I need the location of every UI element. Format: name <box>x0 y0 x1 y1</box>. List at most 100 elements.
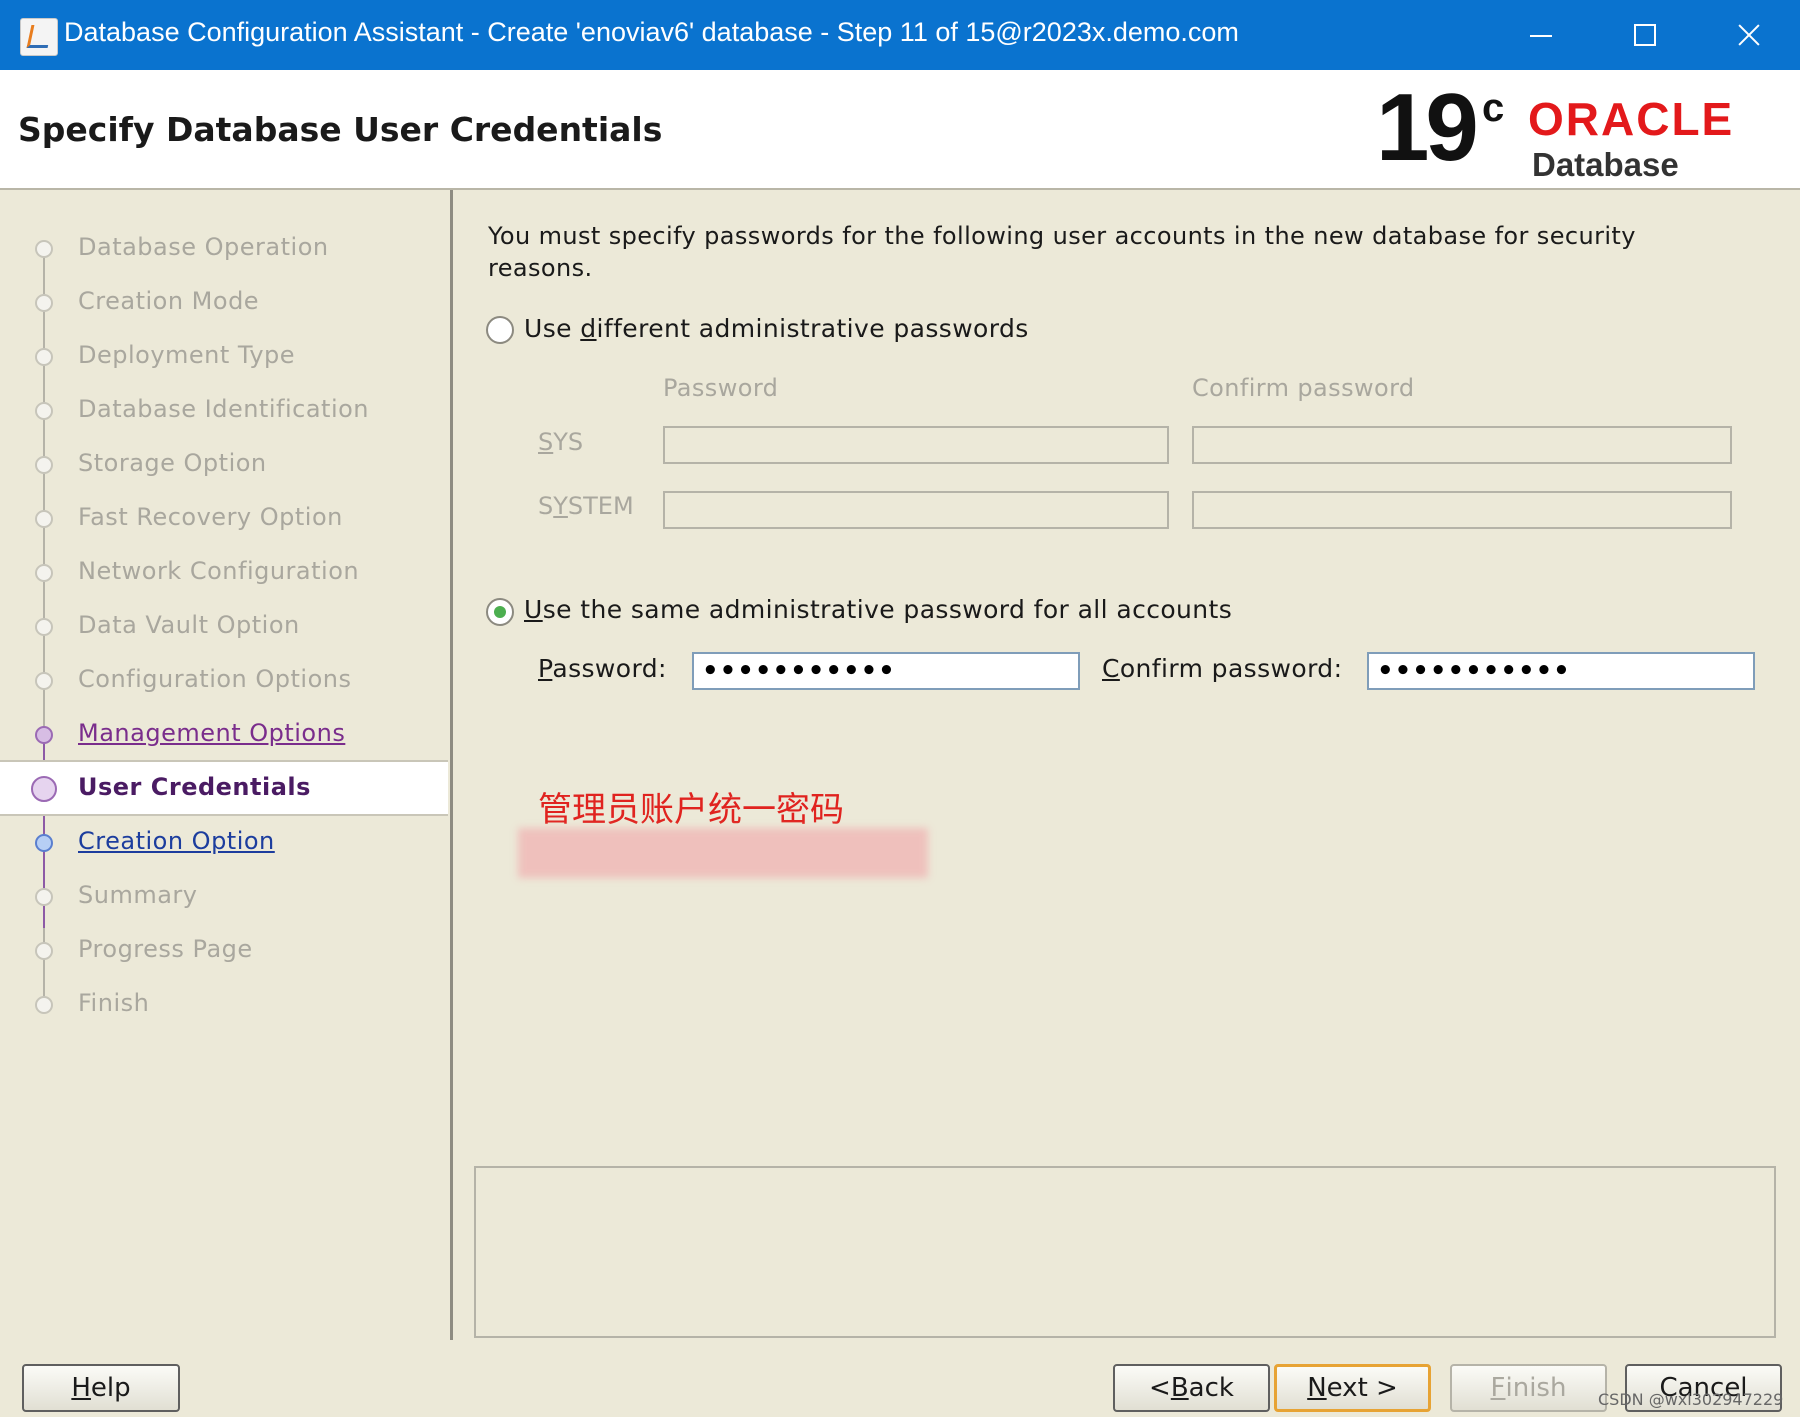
system-password-field[interactable] <box>663 491 1169 529</box>
intro-text: You must specify passwords for the follo… <box>488 222 1636 282</box>
label-text: assword: <box>552 654 667 683</box>
oracle-19c-logo: 19 c ORACLE Database <box>1376 78 1786 184</box>
step-dot-icon <box>35 888 53 906</box>
same-password-radio[interactable] <box>486 598 514 626</box>
mnemonic-letter: F <box>1490 1373 1506 1403</box>
system-row-label: SYSTEM <box>538 492 634 520</box>
sys-confirm-field[interactable] <box>1192 426 1732 464</box>
step-creation-mode: Creation Mode <box>0 276 448 328</box>
finish-button[interactable]: Finish <box>1450 1364 1607 1412</box>
confirm-password-input[interactable]: ••••••••••• <box>1367 652 1755 690</box>
same-password-label[interactable]: Use the same administrative password for… <box>524 595 1232 624</box>
label-text: se the same administrative password for … <box>542 595 1233 624</box>
button-text: ack <box>1188 1373 1234 1403</box>
step-label: Database Operation <box>78 233 329 261</box>
maximize-icon[interactable] <box>1616 10 1672 60</box>
password-label: Password: <box>538 654 667 683</box>
minimize-icon[interactable] <box>1512 10 1568 60</box>
step-finish: Finish <box>0 978 448 1030</box>
step-fast-recovery-option: Fast Recovery Option <box>0 492 448 544</box>
step-summary: Summary <box>0 870 448 922</box>
step-storage-option: Storage Option <box>0 438 448 490</box>
confirm-password-value: ••••••••••• <box>1377 656 1571 686</box>
button-text: elp <box>90 1373 131 1403</box>
redacted-area <box>518 828 928 878</box>
close-icon[interactable] <box>1722 10 1778 60</box>
step-deployment-type: Deployment Type <box>0 330 448 382</box>
password-input[interactable]: ••••••••••• <box>692 652 1080 690</box>
back-button[interactable]: < Back <box>1113 1364 1270 1412</box>
step-dot-icon <box>35 996 53 1014</box>
mnemonic-letter: B <box>1170 1373 1189 1403</box>
step-label: Configuration Options <box>78 665 352 693</box>
different-passwords-label[interactable]: Use different administrative passwords <box>524 314 1029 343</box>
step-database-identification: Database Identification <box>0 384 448 436</box>
step-label[interactable]: Management Options <box>78 719 345 747</box>
password-value: ••••••••••• <box>702 656 896 686</box>
step-dot-icon <box>35 618 53 636</box>
help-button[interactable]: Help <box>22 1364 180 1412</box>
label-text: ifferent administrative passwords <box>596 314 1029 343</box>
button-text: inish <box>1505 1373 1567 1403</box>
step-management-options[interactable]: Management Options <box>0 708 448 760</box>
mnemonic-letter: C <box>1102 654 1120 683</box>
step-dot-icon <box>35 834 53 852</box>
mnemonic-letter: Y <box>553 492 568 520</box>
step-current-icon <box>31 776 57 802</box>
mnemonic-letter: H <box>71 1373 91 1403</box>
step-label: Data Vault Option <box>78 611 300 639</box>
title-bar: Database Configuration Assistant - Creat… <box>0 0 1800 70</box>
steps-sidebar: Database Operation Creation Mode Deploym… <box>0 190 453 1340</box>
step-label: User Credentials <box>78 773 311 801</box>
step-dot-icon <box>35 942 53 960</box>
next-button[interactable]: Next > <box>1274 1364 1431 1412</box>
grid-password-header: Password <box>663 374 779 402</box>
system-confirm-field[interactable] <box>1192 491 1732 529</box>
step-progress-page: Progress Page <box>0 924 448 976</box>
logo-product: Database <box>1532 146 1679 183</box>
sys-row-label: SYS <box>538 428 583 456</box>
label-text: S <box>538 492 554 520</box>
sys-password-field[interactable] <box>663 426 1169 464</box>
mnemonic-letter: N <box>1307 1373 1327 1403</box>
step-dot-icon <box>35 726 53 744</box>
step-label: Finish <box>78 989 150 1017</box>
window-title: Database Configuration Assistant - Creat… <box>64 17 1239 47</box>
message-panel <box>474 1166 1776 1338</box>
label-text: Use <box>524 314 581 343</box>
step-dot-icon <box>35 402 53 420</box>
label-text: onfirm password: <box>1119 654 1343 683</box>
watermark: CSDN @wxl302947229 <box>1598 1390 1784 1409</box>
step-label: Storage Option <box>78 449 267 477</box>
grid-confirm-header: Confirm password <box>1192 374 1415 402</box>
confirm-password-label: Confirm password: <box>1102 654 1342 683</box>
mnemonic-letter: S <box>538 428 554 456</box>
step-label: Progress Page <box>78 935 253 963</box>
mnemonic-letter: P <box>538 654 553 683</box>
step-dot-icon <box>35 564 53 582</box>
step-dot-icon <box>35 348 53 366</box>
step-configuration-options: Configuration Options <box>0 654 448 706</box>
different-passwords-radio[interactable] <box>486 316 514 344</box>
step-label: Deployment Type <box>78 341 296 369</box>
label-text: YS <box>553 428 584 456</box>
java-app-icon <box>20 18 58 56</box>
logo-version-suffix: c <box>1482 86 1505 130</box>
step-creation-option[interactable]: Creation Option <box>0 816 448 868</box>
step-label: Fast Recovery Option <box>78 503 343 531</box>
page-title: Specify Database User Credentials <box>18 110 663 149</box>
step-database-operation: Database Operation <box>0 222 448 274</box>
mnemonic-letter: d <box>580 314 597 343</box>
button-text: < <box>1149 1373 1171 1403</box>
step-label: Summary <box>78 881 198 909</box>
step-dot-icon <box>35 240 53 258</box>
step-dot-icon <box>35 672 53 690</box>
step-label: Creation Mode <box>78 287 260 315</box>
step-label[interactable]: Creation Option <box>78 827 275 855</box>
step-dot-icon <box>35 510 53 528</box>
step-dot-icon <box>35 294 53 312</box>
step-label: Network Configuration <box>78 557 360 585</box>
logo-brand: ORACLE <box>1528 93 1735 145</box>
dbca-window: Database Configuration Assistant - Creat… <box>0 0 1800 1417</box>
step-label: Database Identification <box>78 395 370 423</box>
